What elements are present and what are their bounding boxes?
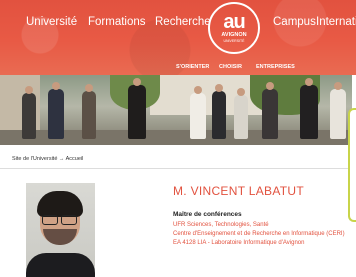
subnav-orienter[interactable]: S'ORIENTER [176, 64, 209, 70]
nav-item-recherche[interactable]: Recherche [155, 16, 211, 28]
breadcrumb[interactable]: Site de l'Université → Accueil [12, 156, 83, 162]
side-panel-tab[interactable] [348, 108, 356, 222]
page: Université Formations Recherche au AVIGN… [0, 0, 356, 277]
subnav-choisir[interactable]: CHOISIR [219, 64, 242, 70]
header-nav: Université Formations Recherche au AVIGN… [0, 0, 356, 75]
nav-item-formations[interactable]: Formations [88, 16, 146, 28]
divider [0, 168, 348, 169]
logo-name: AVIGNON [221, 32, 247, 38]
logo-sub: UNIVERSITÉ [223, 39, 245, 43]
nav-item-universite[interactable]: Université [26, 16, 77, 28]
logo-mark: au [223, 11, 245, 33]
profile-role: Maître de conférences [173, 211, 242, 218]
university-logo[interactable]: au AVIGNON UNIVERSITÉ [208, 2, 260, 54]
nav-item-campus[interactable]: Campus [273, 16, 316, 28]
subnav-entreprises[interactable]: ENTREPRISES [256, 64, 295, 70]
affiliation-link-ceri[interactable]: Centre d'Enseignement et de Recherche en… [173, 231, 345, 237]
nav-item-international[interactable]: Internatio [316, 16, 356, 28]
affiliation-link-ufr[interactable]: UFR Sciences, Technologies, Santé [173, 222, 269, 228]
profile-name: M. VINCENT LABATUT [173, 184, 304, 198]
campus-banner-photo [0, 75, 352, 145]
affiliation-link-lia[interactable]: EA 4128 LIA - Laboratoire Informatique d… [173, 240, 304, 246]
profile-photo [26, 183, 95, 277]
